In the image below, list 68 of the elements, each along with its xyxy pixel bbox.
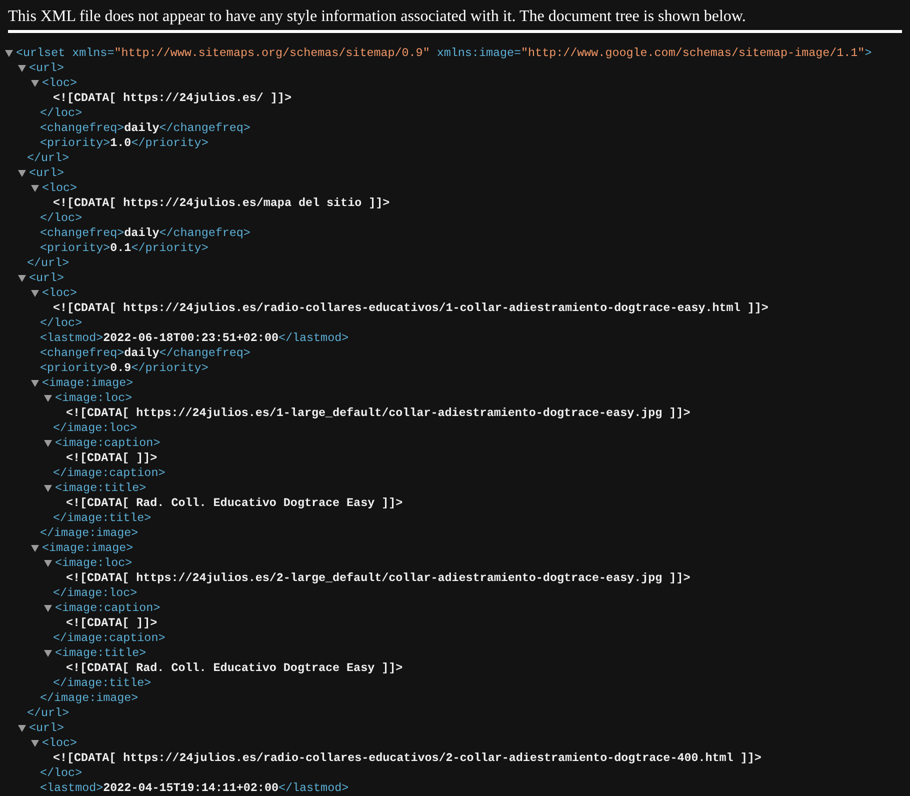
xml-line: </image:image> xyxy=(40,526,138,541)
xml-line: </loc> xyxy=(40,316,82,331)
xml-line: <![CDATA[ https://24julios.es/2-large_default/collar-adiestramiento-dogtrace-easy.jpg ]]> xyxy=(66,571,690,586)
xml-line: <changefreq>daily</changefreq> xyxy=(40,226,250,241)
collapse-arrow-icon[interactable] xyxy=(18,725,26,732)
xml-line: <image:caption> xyxy=(55,436,160,451)
xml-line: <![CDATA[ Rad. Coll. Educativo Dogtrace Easy ]]> xyxy=(66,661,403,676)
xml-line: <![CDATA[ https://24julios.es/radio-collares-educativos/1-collar-adiestramiento-dogtrace-easy.html ]]> xyxy=(53,301,768,316)
xml-line: </loc> xyxy=(40,766,82,781)
xml-line: </image:caption> xyxy=(53,466,166,481)
info-message: This XML file does not appear to have any style information associated with it. The document tree is shown below. xyxy=(8,8,746,26)
collapse-arrow-icon[interactable] xyxy=(44,650,52,657)
collapse-arrow-icon[interactable] xyxy=(18,170,26,177)
xml-line: <changefreq>daily</changefreq> xyxy=(40,346,250,361)
xml-line: <![CDATA[ https://24julios.es/mapa del sitio ]]> xyxy=(53,196,390,211)
xml-line: <![CDATA[ Rad. Coll. Educativo Dogtrace Easy ]]> xyxy=(66,496,403,511)
collapse-arrow-icon[interactable] xyxy=(44,395,52,402)
xml-line: <priority>0.9</priority> xyxy=(40,361,208,376)
xml-line: <lastmod>2022-06-18T00:23:51+02:00</lastmod> xyxy=(40,331,349,346)
xml-line: <loc> xyxy=(42,286,78,301)
collapse-arrow-icon[interactable] xyxy=(18,65,26,72)
collapse-arrow-icon[interactable] xyxy=(44,485,52,492)
xml-line: <image:loc> xyxy=(55,556,132,571)
collapse-arrow-icon[interactable] xyxy=(44,440,52,447)
xml-line: <image:image> xyxy=(42,376,134,391)
xml-line: </loc> xyxy=(40,106,82,121)
collapse-arrow-icon[interactable] xyxy=(31,380,39,387)
xml-line: </image:loc> xyxy=(53,586,138,601)
xml-line: </loc> xyxy=(40,211,82,226)
collapse-arrow-icon[interactable] xyxy=(31,740,39,747)
xml-line: </image:title> xyxy=(53,676,152,691)
xml-line: <priority>0.1</priority> xyxy=(40,241,208,256)
xml-line: <image:image> xyxy=(42,541,134,556)
xml-line: <url> xyxy=(29,166,64,181)
xml-line: <image:title> xyxy=(55,646,146,661)
xml-line: </image:caption> xyxy=(53,631,166,646)
xml-line: <![CDATA[ https://24julios.es/1-large_default/collar-adiestramiento-dogtrace-easy.jpg ]]> xyxy=(66,406,690,421)
xml-line: <image:caption> xyxy=(55,601,160,616)
collapse-arrow-icon[interactable] xyxy=(44,605,52,612)
collapse-arrow-icon[interactable] xyxy=(18,275,26,282)
xml-line: <priority>1.0</priority> xyxy=(40,136,208,151)
xml-line: <loc> xyxy=(42,736,78,751)
collapse-arrow-icon[interactable] xyxy=(5,50,13,57)
xml-line: </image:image> xyxy=(40,691,138,706)
collapse-arrow-icon[interactable] xyxy=(31,185,39,192)
xml-line: <url> xyxy=(29,61,64,76)
xml-line: </image:loc> xyxy=(53,421,138,436)
xml-line: <![CDATA[ ]]> xyxy=(66,616,158,631)
collapse-arrow-icon[interactable] xyxy=(44,560,52,567)
xml-line: <changefreq>daily</changefreq> xyxy=(40,121,250,136)
xml-line: <urlset xmlns="http://www.sitemaps.org/schemas/sitemap/0.9" xmlns:image="http://www.google.com/schemas/sitemap-image/1.1"> xyxy=(16,46,872,61)
xml-line: </image:title> xyxy=(53,511,152,526)
collapse-arrow-icon[interactable] xyxy=(31,80,39,87)
xml-line: <loc> xyxy=(42,76,78,91)
xml-line: <image:loc> xyxy=(55,391,132,406)
xml-line: </url> xyxy=(27,256,70,271)
xml-line: </url> xyxy=(27,151,70,166)
xml-line: <![CDATA[ https://24julios.es/ ]]> xyxy=(53,91,292,106)
xml-line: </url> xyxy=(27,706,70,721)
xml-line: <lastmod>2022-04-15T19:14:11+02:00</lastmod> xyxy=(40,781,349,796)
xml-line: <![CDATA[ ]]> xyxy=(66,451,158,466)
xml-line: <image:title> xyxy=(55,481,146,496)
collapse-arrow-icon[interactable] xyxy=(31,545,39,552)
xml-line: <url> xyxy=(29,721,64,736)
collapse-arrow-icon[interactable] xyxy=(31,290,39,297)
xml-line: <loc> xyxy=(42,181,78,196)
xml-line: <url> xyxy=(29,271,64,286)
xml-line: <![CDATA[ https://24julios.es/radio-collares-educativos/2-collar-adiestramiento-dogtrace-400.html ]]> xyxy=(53,751,762,766)
